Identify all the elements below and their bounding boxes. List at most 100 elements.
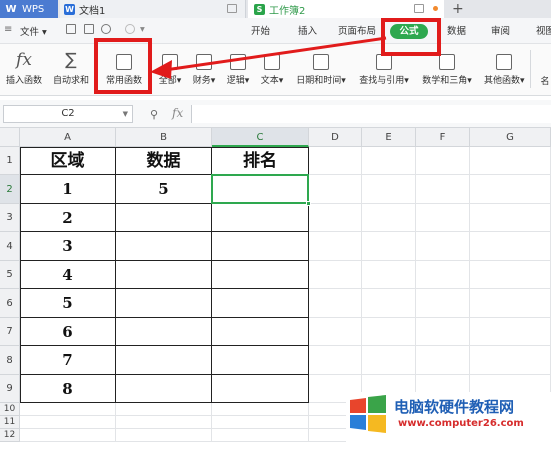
table-cell[interactable]: [116, 204, 212, 232]
table-cell[interactable]: [116, 289, 212, 318]
tab-document[interactable]: W 文档1: [60, 0, 246, 18]
cell[interactable]: [470, 346, 551, 375]
name-manager-button[interactable]: 名: [538, 74, 551, 87]
cell[interactable]: [470, 289, 551, 318]
table-cell[interactable]: [212, 318, 309, 346]
cell[interactable]: [416, 147, 470, 175]
table-cell[interactable]: [212, 289, 309, 318]
table-cell[interactable]: [212, 346, 309, 375]
logic-button[interactable]: 逻辑▾: [226, 50, 250, 86]
table-cell[interactable]: 1: [20, 175, 116, 204]
cell[interactable]: [362, 175, 416, 204]
cell[interactable]: [470, 147, 551, 175]
cell[interactable]: [416, 289, 470, 318]
cell[interactable]: [309, 261, 362, 289]
row-header-8[interactable]: 8: [0, 346, 20, 375]
active-cell[interactable]: [211, 174, 309, 204]
cell[interactable]: [362, 289, 416, 318]
row-header-6[interactable]: 6: [0, 289, 20, 318]
table-cell[interactable]: [116, 375, 212, 403]
window-icon[interactable]: [414, 4, 424, 13]
tab-workbook[interactable]: S 工作簿2: [248, 0, 444, 18]
table-cell[interactable]: [116, 232, 212, 261]
cell[interactable]: [20, 429, 116, 442]
zoom-icon[interactable]: ⚲: [150, 108, 158, 121]
cell[interactable]: [470, 175, 551, 204]
column-header-b[interactable]: B: [116, 128, 212, 147]
cell[interactable]: [470, 318, 551, 346]
menu-file[interactable]: 文件 ▾: [20, 24, 47, 38]
table-cell[interactable]: 5: [116, 175, 212, 204]
cell[interactable]: [416, 204, 470, 232]
table-header-cell[interactable]: 数据: [116, 147, 212, 175]
autosum-button[interactable]: ∑ 自动求和: [52, 50, 90, 86]
table-cell[interactable]: [212, 204, 309, 232]
cell[interactable]: [116, 429, 212, 442]
cell[interactable]: [309, 318, 362, 346]
formula-input[interactable]: [191, 105, 551, 123]
cell[interactable]: [309, 346, 362, 375]
column-header-a[interactable]: A: [20, 128, 116, 147]
undo-icon[interactable]: [101, 24, 111, 34]
column-header-g[interactable]: G: [470, 128, 551, 147]
cell[interactable]: [20, 403, 116, 416]
table-cell[interactable]: [212, 232, 309, 261]
cell[interactable]: [362, 346, 416, 375]
window-icon[interactable]: [227, 4, 237, 13]
row-header-3[interactable]: 3: [0, 204, 20, 232]
other-functions-button[interactable]: 其他函数▾: [484, 50, 525, 86]
table-cell[interactable]: [212, 261, 309, 289]
row-header-2[interactable]: 2: [0, 175, 20, 204]
table-cell[interactable]: [116, 346, 212, 375]
menu-insert[interactable]: 插入: [298, 23, 317, 37]
cell[interactable]: [362, 318, 416, 346]
hamburger-icon[interactable]: ≡: [4, 24, 12, 35]
table-cell[interactable]: 8: [20, 375, 116, 403]
table-cell[interactable]: 2: [20, 204, 116, 232]
table-cell[interactable]: 3: [20, 232, 116, 261]
row-header-4[interactable]: 4: [0, 232, 20, 261]
row-header-10[interactable]: 10: [0, 403, 20, 416]
cell[interactable]: [470, 204, 551, 232]
cell[interactable]: [20, 416, 116, 429]
quick-access-more-icon[interactable]: ▾: [140, 24, 145, 35]
cell[interactable]: [309, 289, 362, 318]
menu-view[interactable]: 视图: [536, 23, 551, 37]
finance-button[interactable]: 财务▾: [192, 50, 216, 86]
row-header-11[interactable]: 11: [0, 416, 20, 429]
row-header-5[interactable]: 5: [0, 261, 20, 289]
name-box[interactable]: C2 ▼: [3, 105, 133, 123]
cell[interactable]: [470, 261, 551, 289]
cell[interactable]: [416, 346, 470, 375]
cell[interactable]: [309, 204, 362, 232]
cell[interactable]: [212, 429, 309, 442]
row-header-1[interactable]: 1: [0, 147, 20, 175]
cell[interactable]: [116, 416, 212, 429]
table-cell[interactable]: 4: [20, 261, 116, 289]
table-header-cell[interactable]: 区域: [20, 147, 116, 175]
cell[interactable]: [362, 261, 416, 289]
table-header-cell[interactable]: 排名: [212, 147, 309, 175]
tab-wps-home[interactable]: W WPS: [0, 0, 58, 18]
print-icon[interactable]: [84, 24, 94, 34]
cell[interactable]: [309, 232, 362, 261]
datetime-button[interactable]: 日期和时间▾: [296, 50, 346, 86]
table-cell[interactable]: [116, 318, 212, 346]
cell[interactable]: [116, 403, 212, 416]
cell[interactable]: [309, 175, 362, 204]
cell[interactable]: [416, 175, 470, 204]
cell[interactable]: [416, 232, 470, 261]
cell[interactable]: [362, 204, 416, 232]
row-header-12[interactable]: 12: [0, 429, 20, 442]
cell[interactable]: [416, 318, 470, 346]
menu-data[interactable]: 数据: [447, 23, 466, 37]
column-header-d[interactable]: D: [309, 128, 362, 147]
fx-icon[interactable]: fx: [172, 106, 183, 120]
all-functions-button[interactable]: 全部▾: [158, 50, 182, 86]
chevron-down-icon[interactable]: ▼: [123, 106, 128, 122]
cell[interactable]: [470, 232, 551, 261]
redo-icon[interactable]: [125, 24, 135, 34]
save-icon[interactable]: [66, 24, 76, 34]
column-header-c[interactable]: C: [212, 128, 309, 147]
cell[interactable]: [212, 403, 309, 416]
